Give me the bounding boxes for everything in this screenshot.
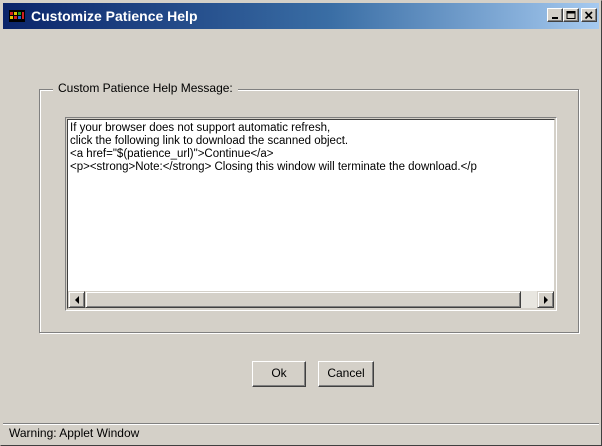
ok-button[interactable]: Ok (252, 361, 306, 387)
minimize-icon (552, 17, 558, 19)
arrow-left-icon (75, 296, 79, 304)
message-line: <a href="$(patience_url)">Continue</a> (70, 148, 274, 160)
horizontal-scrollbar[interactable] (68, 291, 554, 308)
cancel-button[interactable]: Cancel (318, 361, 374, 387)
close-icon (584, 11, 593, 20)
title-bar[interactable]: Customize Patience Help (3, 3, 599, 29)
scroll-left-button[interactable] (68, 291, 85, 308)
status-bar: Warning: Applet Window (3, 423, 599, 443)
maximize-button[interactable] (563, 8, 579, 22)
message-textarea[interactable]: If your browser does not support automat… (65, 117, 557, 311)
java-applet-icon (9, 10, 25, 22)
message-line: If your browser does not support automat… (70, 122, 331, 134)
arrow-right-icon (544, 296, 548, 304)
textarea-body[interactable]: If your browser does not support automat… (67, 119, 555, 309)
window-title: Customize Patience Help (31, 8, 198, 24)
maximize-icon (566, 11, 576, 19)
scroll-right-button[interactable] (537, 291, 554, 308)
message-line: click the following link to download the… (70, 135, 349, 147)
scroll-thumb[interactable] (85, 291, 521, 308)
close-button[interactable] (581, 8, 597, 22)
message-text[interactable]: If your browser does not support automat… (70, 122, 554, 282)
message-line: <p><strong>Note:</strong> Closing this w… (70, 161, 477, 173)
minimize-button[interactable] (547, 8, 563, 22)
dialog-window: Customize Patience Help Custom Patience … (0, 0, 602, 446)
groupbox-label: Custom Patience Help Message: (53, 81, 238, 95)
